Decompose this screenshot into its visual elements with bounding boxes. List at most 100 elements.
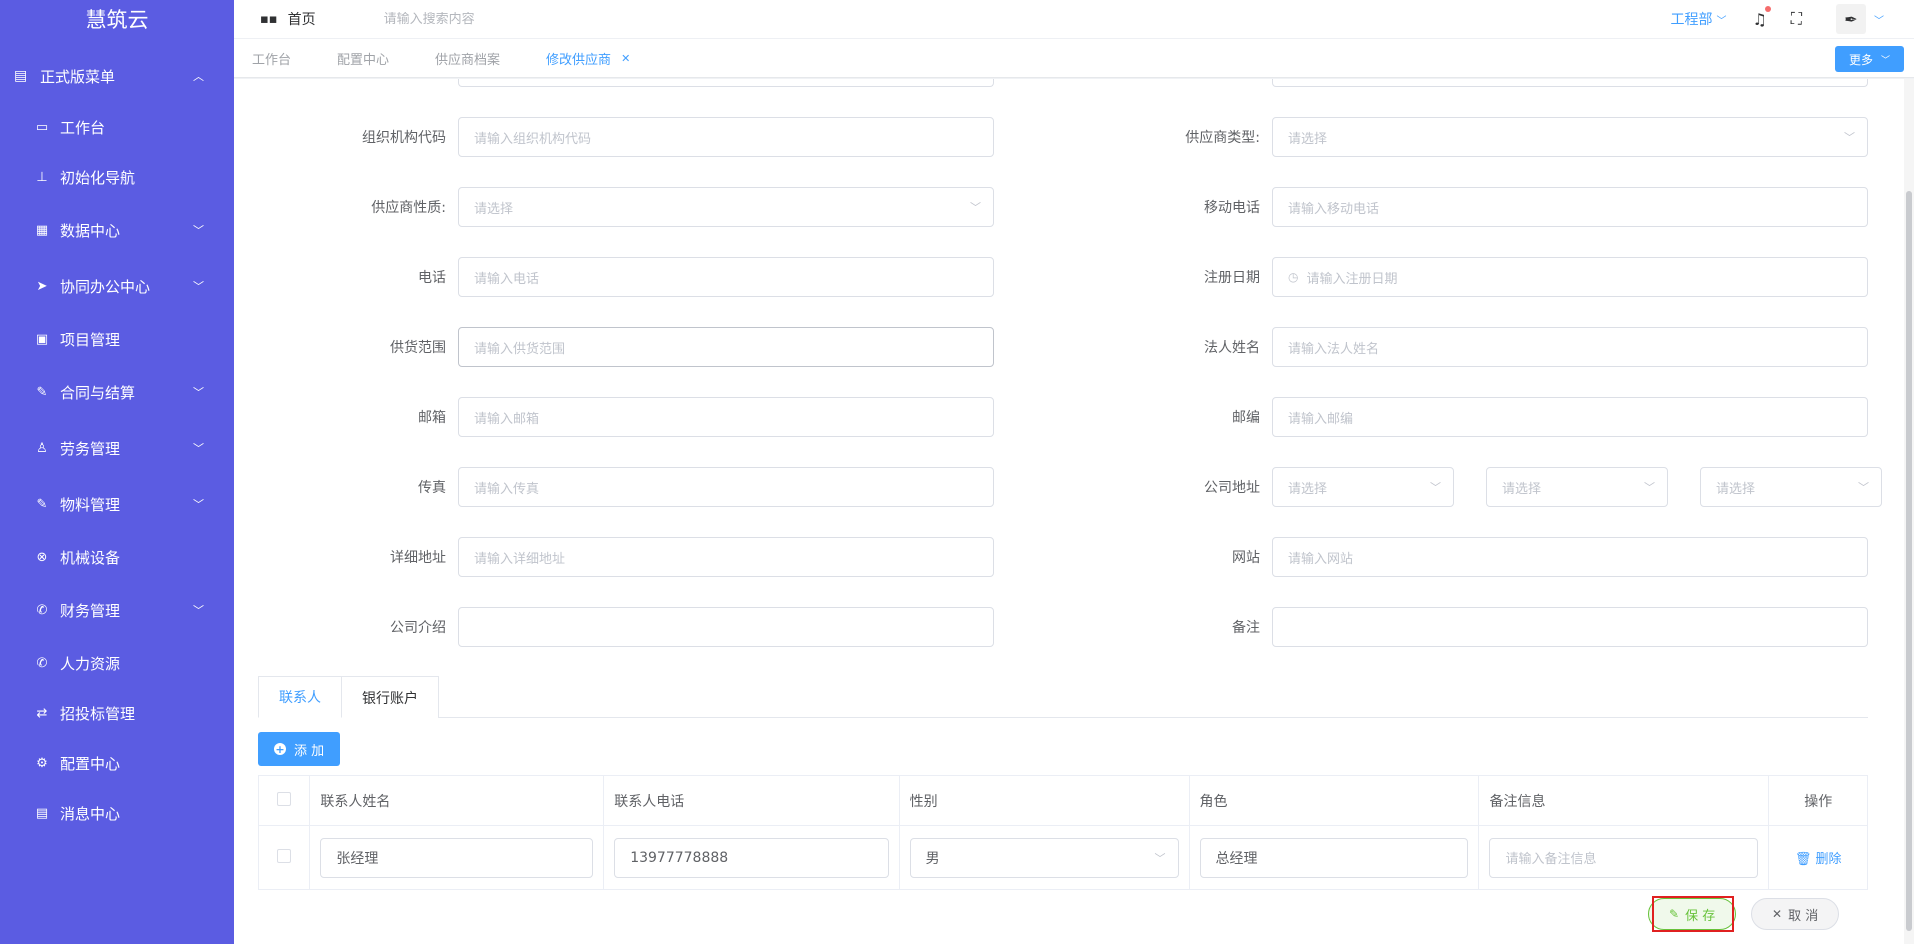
website-label: 网站: [1232, 550, 1260, 566]
sitemap-icon: ⊥: [36, 169, 48, 185]
fax-label: 传真: [418, 480, 446, 496]
delete-row-link[interactable]: 🗑 删除: [1795, 852, 1842, 867]
tab-3[interactable]: 修改供应商 ✕: [528, 49, 630, 68]
sidebar-item-label: 工作台: [60, 118, 106, 137]
chevron-down-icon: ﹀: [193, 442, 204, 455]
save-button[interactable]: ✎ 保 存: [1648, 898, 1737, 930]
legal-name-input[interactable]: 请输入法人姓名: [1272, 327, 1868, 367]
tab-2[interactable]: 供应商档案: [417, 49, 500, 68]
scrollbar-thumb[interactable]: [1906, 191, 1912, 931]
department-selector[interactable]: 工程部 ﹀: [1670, 9, 1726, 29]
home-link[interactable]: ▪▪ 首页: [260, 9, 316, 29]
sidebar-item-label: 协同办公中心: [60, 277, 151, 296]
fullscreen-icon[interactable]: ⛶: [1791, 9, 1802, 29]
supplier-type-label: 供应商类型:: [1185, 130, 1260, 146]
phone-label: 电话: [418, 270, 446, 286]
supplier-nature-select[interactable]: 请选择 ﹀: [458, 187, 994, 227]
app-logo: 慧筑云: [85, 8, 149, 32]
select-all-checkbox[interactable]: [277, 791, 292, 806]
contact-name-input[interactable]: 张经理: [320, 837, 594, 878]
sidebar-item-10[interactable]: ✆ 人力资源: [0, 638, 234, 688]
sidebar-item-label: 物料管理: [60, 495, 121, 514]
tab-label: 配置中心: [337, 52, 390, 68]
col-role: 角色: [1188, 775, 1480, 826]
search-input[interactable]: [383, 11, 684, 27]
sidebar-item-12[interactable]: ⚙ 配置中心: [0, 738, 234, 788]
edit-icon: ✎: [1669, 907, 1680, 921]
chevron-down-icon: ﹀: [1644, 481, 1655, 494]
sidebar-item-7[interactable]: ✎ 物料管理 ﹀: [0, 476, 234, 532]
home-label: 首页: [287, 12, 316, 28]
company-intro-input[interactable]: [458, 607, 994, 647]
company-intro-label: 公司介绍: [390, 620, 446, 636]
col-remark: 备注信息: [1478, 775, 1770, 826]
vertical-scrollbar[interactable]: [1904, 79, 1914, 944]
sidebar-item-3[interactable]: ➤ 协同办公中心 ﹀: [0, 258, 234, 314]
sidebar-item-9[interactable]: ✆ 财务管理 ﹀: [0, 582, 234, 638]
book-icon: ▣: [35, 331, 49, 347]
sidebar-item-0[interactable]: ▭ 工作台: [0, 102, 234, 152]
sidebar-item-label: 招投标管理: [60, 704, 136, 723]
add-contact-button[interactable]: + 添 加: [258, 732, 341, 766]
sidebar-item-label: 消息中心: [60, 804, 121, 823]
remark-input[interactable]: [1272, 607, 1868, 647]
monitor-icon: ▭: [35, 119, 49, 135]
province-select[interactable]: 请选择 ﹀: [1272, 467, 1454, 507]
contact-tabs: 联系人 银行账户: [258, 676, 1868, 718]
zipcode-input[interactable]: 请输入邮编: [1272, 397, 1868, 437]
close-icon[interactable]: ✕: [621, 52, 630, 65]
gender-select[interactable]: 男 ﹀: [909, 837, 1179, 878]
reg-date-label: 注册日期: [1204, 270, 1260, 286]
phone-input[interactable]: 请输入电话: [458, 257, 994, 297]
mobile-input[interactable]: 请输入移动电话: [1272, 187, 1868, 227]
fax-input[interactable]: 请输入传真: [458, 467, 994, 507]
sidebar-item-11[interactable]: ⇄ 招投标管理: [0, 688, 234, 738]
avatar[interactable]: ✒: [1836, 4, 1866, 34]
detail-address-input[interactable]: 请输入详细地址: [458, 537, 994, 577]
chevron-down-icon: ﹀: [1858, 481, 1869, 494]
sidebar-item-6[interactable]: ♙ 劳务管理 ﹀: [0, 420, 234, 476]
email-input[interactable]: 请输入邮箱: [458, 397, 994, 437]
circle-x-icon: ⊗: [36, 549, 48, 565]
sidebar-item-1[interactable]: ⊥ 初始化导航: [0, 152, 234, 202]
legal-name-label: 法人姓名: [1204, 340, 1260, 356]
document-edit-icon: ▤: [14, 68, 28, 84]
remark-info-input[interactable]: 请输入备注信息: [1489, 837, 1759, 878]
phone-call-icon: ✆: [36, 655, 48, 671]
chevron-down-icon: ﹀: [1844, 131, 1855, 144]
more-button[interactable]: 更多 ﹀: [1834, 46, 1904, 72]
tab-0[interactable]: 工作台: [234, 49, 291, 68]
tab-1[interactable]: 配置中心: [319, 49, 389, 68]
city-select[interactable]: 请选择 ﹀: [1486, 467, 1668, 507]
website-input[interactable]: 请输入网站: [1272, 537, 1868, 577]
bell-icon[interactable]: ♫: [1752, 5, 1771, 29]
district-select[interactable]: 请选择 ﹀: [1700, 467, 1882, 507]
tab-bank-accounts[interactable]: 银行账户: [342, 676, 439, 718]
sidebar-item-8[interactable]: ⊗ 机械设备: [0, 532, 234, 582]
tab-label: 供应商档案: [435, 52, 501, 68]
tab-label: 工作台: [252, 52, 292, 68]
role-input[interactable]: 总经理: [1199, 837, 1469, 878]
chevron-down-icon: ﹀: [1880, 55, 1890, 66]
sidebar-item-13[interactable]: ▤ 消息中心: [0, 788, 234, 838]
sidebar-item-label: 初始化导航: [60, 168, 136, 187]
tab-contacts[interactable]: 联系人: [258, 676, 342, 718]
gear-icon: ⚙: [36, 755, 48, 771]
chevron-down-icon: ﹀: [970, 201, 981, 214]
sidebar-item-5[interactable]: ✎ 合同与结算 ﹀: [0, 364, 234, 420]
supply-scope-input[interactable]: 请输入供货范围: [458, 327, 994, 367]
sidebar-item-label: 项目管理: [60, 330, 121, 349]
row-checkbox[interactable]: [277, 848, 292, 863]
sidebar-item-4[interactable]: ▣ 项目管理: [0, 314, 234, 364]
sidebar-item-2[interactable]: ▦ 数据中心 ﹀: [0, 202, 234, 258]
cancel-button[interactable]: ✕ 取 消: [1751, 898, 1840, 930]
chevron-down-icon[interactable]: ﹀: [1874, 12, 1884, 27]
supplier-type-select[interactable]: 请选择 ﹀: [1272, 117, 1868, 157]
phone-icon: ✆: [36, 602, 48, 618]
contact-phone-input[interactable]: 13977778888: [614, 837, 889, 878]
col-actions: 操作: [1768, 775, 1868, 826]
org-code-input[interactable]: 请输入组织机构代码: [458, 117, 994, 157]
menu-group-formal[interactable]: ▤ 正式版菜单 ︿: [0, 50, 234, 102]
reg-date-picker[interactable]: ◷ 请输入注册日期: [1272, 257, 1868, 297]
col-gender: 性别: [898, 775, 1190, 826]
